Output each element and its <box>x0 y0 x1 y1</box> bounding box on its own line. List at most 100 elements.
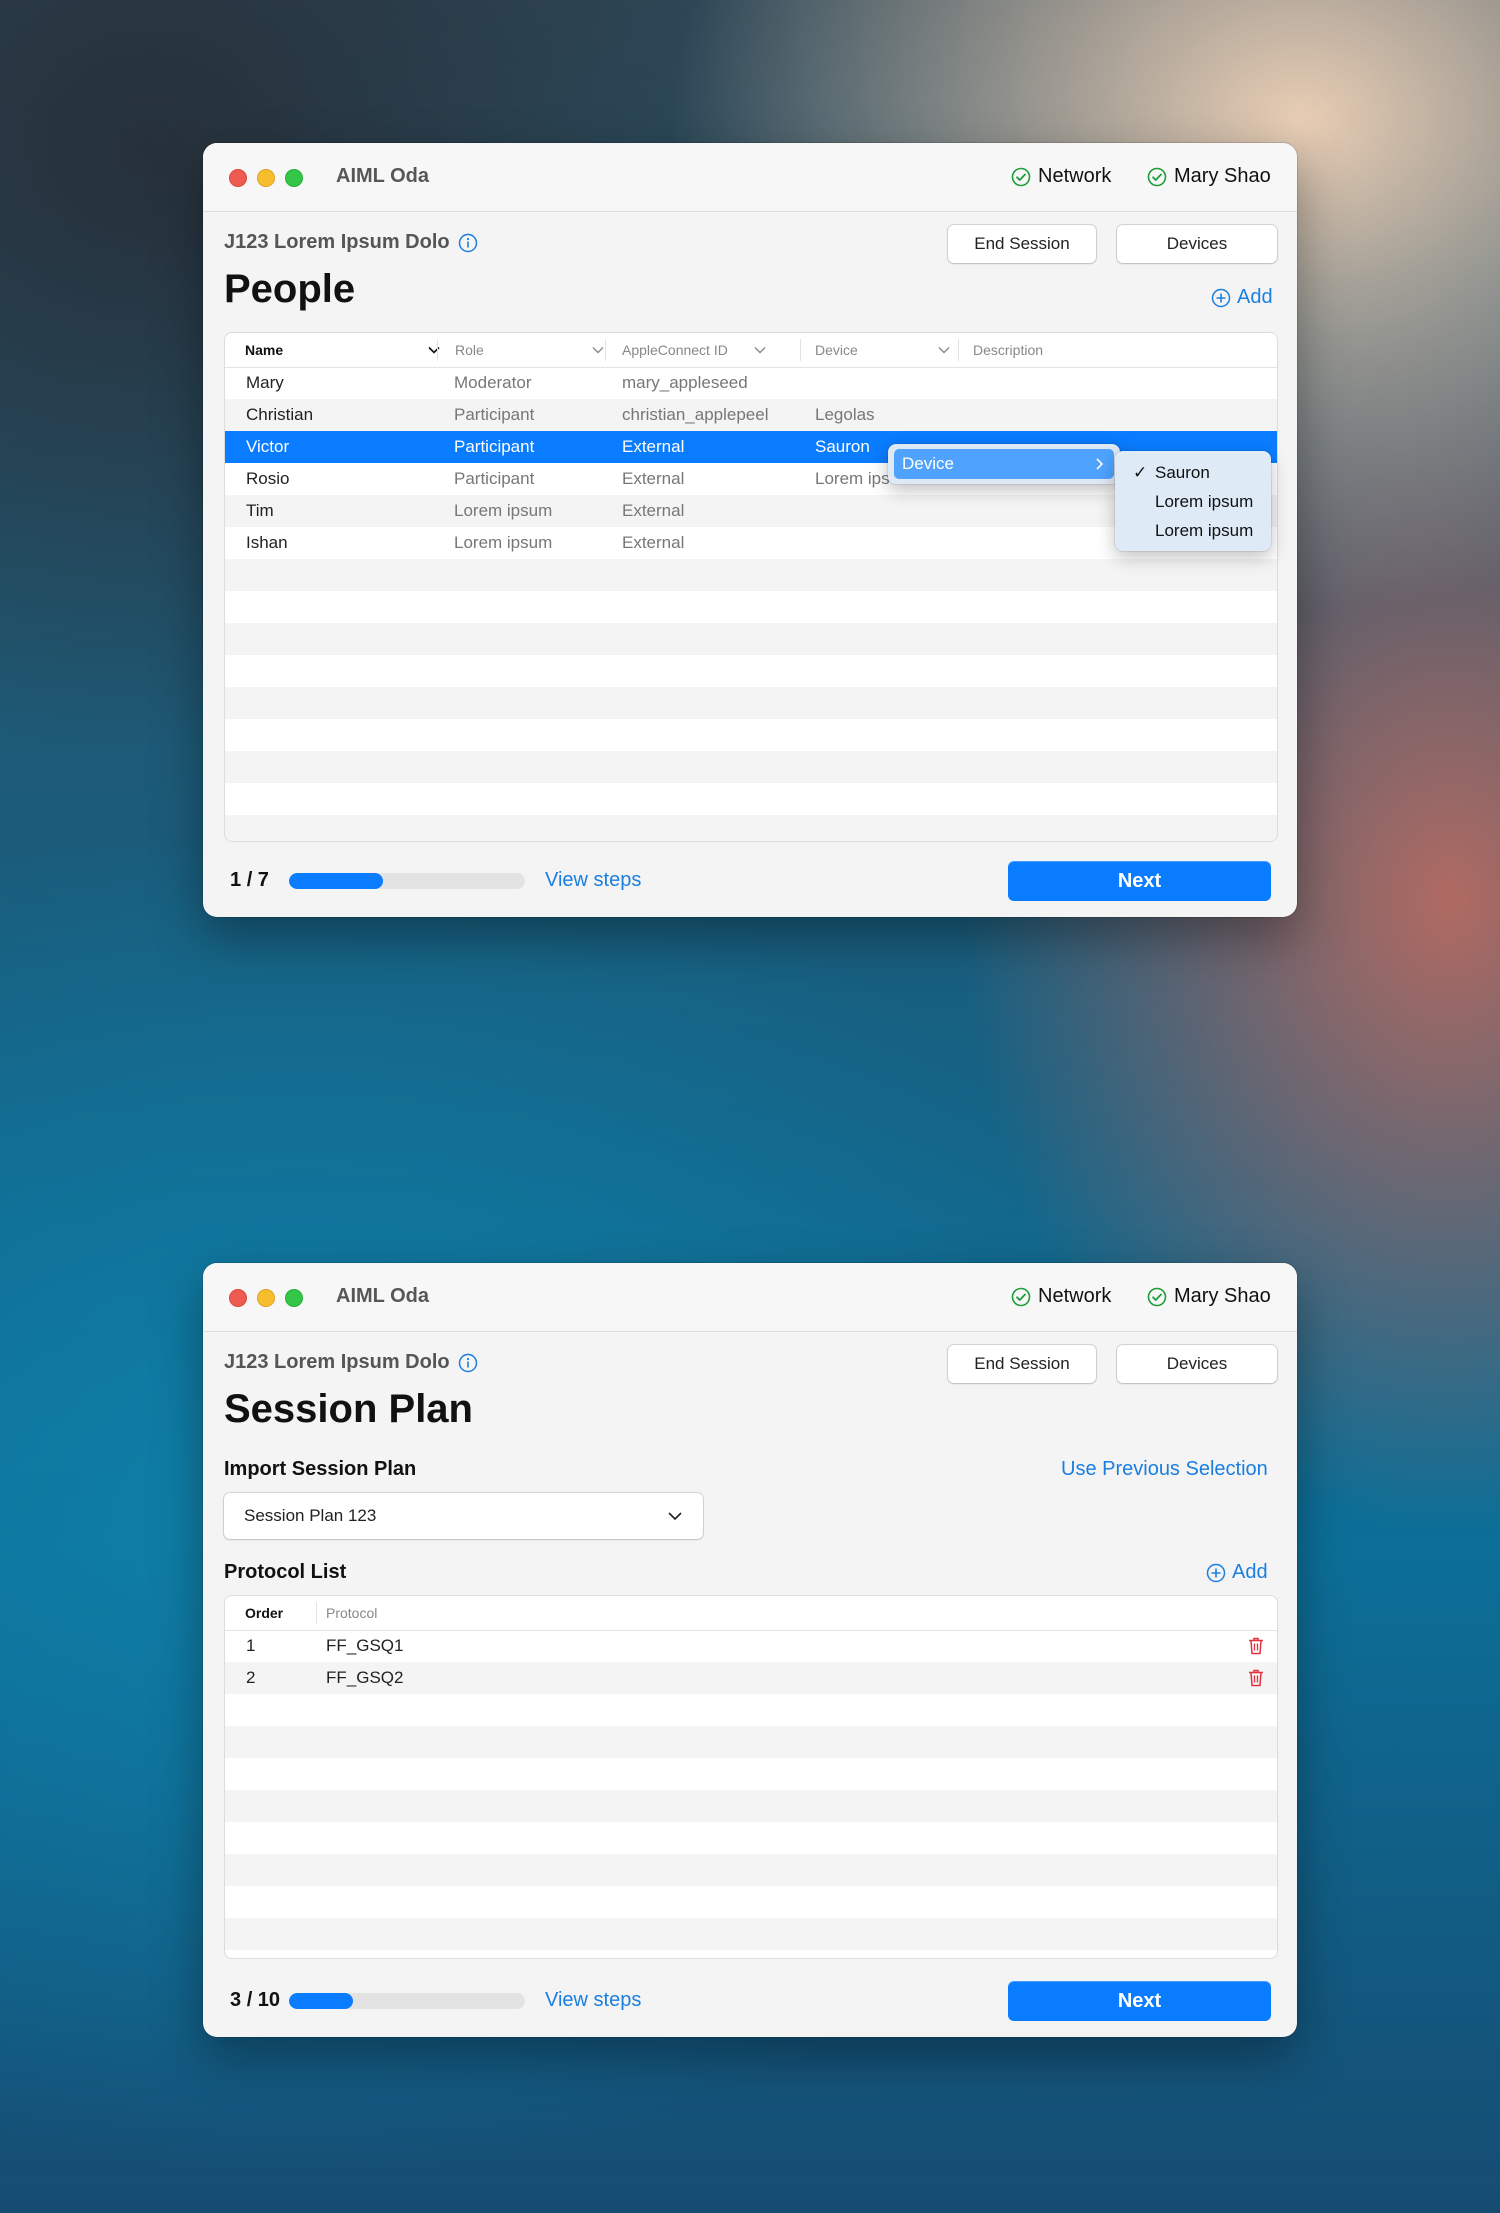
session-plan-select[interactable]: Session Plan 123 <box>224 1493 703 1539</box>
add-label: Add <box>1237 286 1273 308</box>
check-circle-icon <box>1147 1287 1167 1306</box>
column-header-description[interactable]: Description <box>973 342 1043 358</box>
cell-device: Legolas <box>815 405 875 424</box>
next-button[interactable]: Next <box>1008 1981 1271 2021</box>
column-header-appleconnect-id[interactable]: AppleConnect ID <box>622 342 767 358</box>
cell-order: 2 <box>246 1668 256 1687</box>
add-person-button[interactable]: Add <box>1211 286 1273 309</box>
empty-row <box>225 623 1277 655</box>
view-steps-link[interactable]: View steps <box>545 1989 641 2012</box>
empty-row <box>225 655 1277 687</box>
cell-id: External <box>622 437 685 456</box>
devices-button[interactable]: Devices <box>1117 1345 1277 1383</box>
step-progress-bar <box>289 873 525 889</box>
table-row[interactable]: Mary Moderator mary_appleseed <box>225 367 1277 399</box>
devices-button[interactable]: Devices <box>1117 225 1277 263</box>
window-controls <box>229 1289 303 1307</box>
close-window-button[interactable] <box>229 1289 247 1307</box>
cell-id: mary_appleseed <box>622 373 748 392</box>
column-header-device[interactable]: Device <box>815 342 951 358</box>
chevron-down-icon <box>592 347 604 354</box>
end-session-button[interactable]: End Session <box>948 225 1096 263</box>
context-menu: Device <box>888 444 1120 484</box>
trash-icon[interactable] <box>1247 1636 1265 1656</box>
window-controls <box>229 169 303 187</box>
empty-row <box>225 591 1277 623</box>
page-title: People <box>224 267 356 311</box>
empty-row <box>225 1726 1277 1758</box>
table-header: Name Role AppleConnect ID Device Descrip… <box>225 333 1277 368</box>
cell-id: christian_applepeel <box>622 405 769 424</box>
column-header-label: Device <box>815 342 858 358</box>
step-progress-bar <box>289 1993 525 2009</box>
cell-role: Moderator <box>454 373 532 392</box>
network-status: Network <box>1011 165 1111 188</box>
table-row[interactable]: Christian Participant christian_applepee… <box>225 399 1277 431</box>
chevron-down-icon <box>668 1512 682 1521</box>
table-row[interactable]: 2 FF_GSQ2 <box>225 1662 1277 1694</box>
selected-session-plan: Session Plan 123 <box>244 1506 377 1525</box>
trash-icon[interactable] <box>1247 1668 1265 1688</box>
column-header-label: Protocol <box>326 1605 378 1621</box>
protocol-table: Order Protocol 1 FF_GSQ1 2 FF_GSQ2 <box>224 1595 1278 1959</box>
protocol-list-label: Protocol List <box>224 1561 347 1583</box>
close-window-button[interactable] <box>229 169 247 187</box>
empty-row <box>225 1886 1277 1918</box>
end-session-button[interactable]: End Session <box>948 1345 1096 1383</box>
submenu-item-label: Sauron <box>1155 463 1210 482</box>
session-id: J123 Lorem Ipsum Dolo <box>224 231 478 254</box>
empty-row <box>225 815 1277 841</box>
submenu-item[interactable]: ✓ Sauron <box>1115 459 1271 487</box>
network-status-label: Network <box>1038 165 1112 187</box>
title-bar: AIML Oda Network Mary Shao <box>203 1263 1297 1332</box>
add-protocol-button[interactable]: Add <box>1206 1561 1268 1584</box>
column-header-label: Role <box>455 342 484 358</box>
column-header-label: AppleConnect ID <box>622 342 728 358</box>
cell-name: Victor <box>246 437 290 456</box>
empty-row <box>225 559 1277 591</box>
column-header-label: Description <box>973 342 1044 358</box>
check-circle-icon <box>1011 1287 1031 1306</box>
cell-name: Ishan <box>246 533 288 552</box>
column-header-name[interactable]: Name <box>245 342 441 358</box>
empty-row <box>225 1918 1277 1950</box>
cell-id: External <box>622 469 685 488</box>
cell-protocol: FF_GSQ2 <box>326 1668 404 1687</box>
minimize-window-button[interactable] <box>257 1289 275 1307</box>
submenu-item[interactable]: Lorem ipsum <box>1115 517 1271 545</box>
context-menu-label: Device <box>902 454 954 473</box>
device-submenu: ✓ Sauron Lorem ipsum Lorem ipsum <box>1115 451 1271 551</box>
info-icon[interactable] <box>458 1353 478 1373</box>
table-row[interactable]: 1 FF_GSQ1 <box>225 1630 1277 1662</box>
minimize-window-button[interactable] <box>257 169 275 187</box>
column-header-protocol[interactable]: Protocol <box>326 1605 377 1621</box>
check-circle-icon <box>1147 167 1167 186</box>
use-previous-selection-link[interactable]: Use Previous Selection <box>1061 1458 1268 1481</box>
empty-row <box>225 1822 1277 1854</box>
column-header-order[interactable]: Order <box>245 1605 283 1621</box>
empty-row <box>225 719 1277 751</box>
cell-name: Tim <box>246 501 274 520</box>
column-header-role[interactable]: Role <box>455 342 605 358</box>
next-button[interactable]: Next <box>1008 861 1271 901</box>
submenu-item[interactable]: Lorem ipsum <box>1115 488 1271 516</box>
zoom-window-button[interactable] <box>285 1289 303 1307</box>
cell-name: Mary <box>246 373 284 392</box>
network-status: Network <box>1011 1285 1111 1308</box>
column-header-label: Order <box>245 1605 284 1621</box>
network-status-label: Network <box>1038 1285 1112 1307</box>
context-menu-item-device[interactable]: Device <box>894 449 1114 479</box>
info-icon[interactable] <box>458 233 478 253</box>
view-steps-link[interactable]: View steps <box>545 869 641 892</box>
step-current: 3 <box>230 1989 242 2011</box>
chevron-down-icon <box>938 347 950 354</box>
chevron-down-icon <box>428 346 440 354</box>
plus-circle-icon <box>1206 1563 1226 1582</box>
cell-name: Christian <box>246 405 314 424</box>
empty-row <box>225 751 1277 783</box>
cell-order: 1 <box>246 1636 256 1655</box>
page-title: Session Plan <box>224 1387 473 1431</box>
app-title: AIML Oda <box>336 1285 429 1307</box>
session-id: J123 Lorem Ipsum Dolo <box>224 1351 478 1374</box>
zoom-window-button[interactable] <box>285 169 303 187</box>
